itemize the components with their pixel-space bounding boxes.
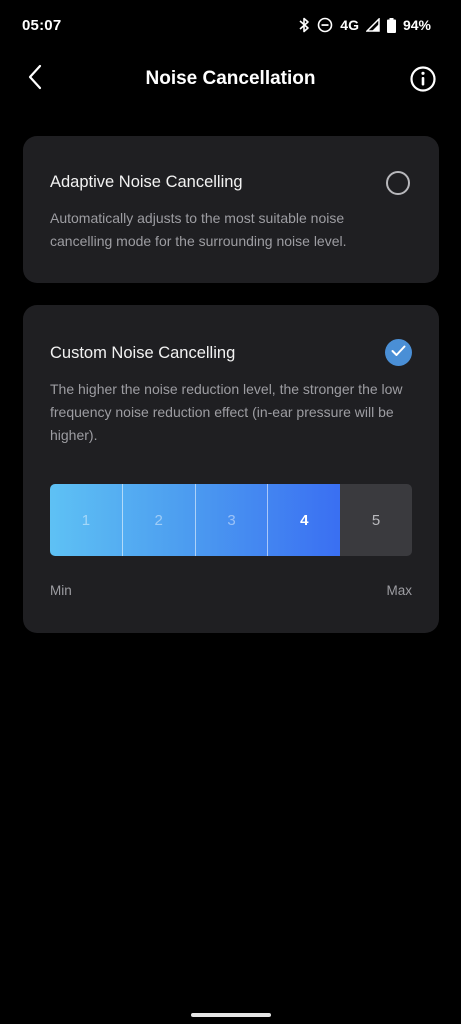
home-indicator[interactable] xyxy=(191,1013,271,1017)
adaptive-nc-title: Adaptive Noise Cancelling xyxy=(50,173,243,191)
status-icons: 4G 94% xyxy=(298,17,431,33)
custom-nc-description: The higher the noise reduction level, th… xyxy=(50,381,403,443)
adaptive-nc-description: Automatically adjusts to the most suitab… xyxy=(50,210,347,249)
level-option-1[interactable]: 1 xyxy=(50,484,122,556)
max-label: Max xyxy=(386,583,412,598)
min-label: Min xyxy=(50,583,72,598)
signal-icon xyxy=(365,18,380,32)
level-option-2[interactable]: 2 xyxy=(121,484,195,556)
battery-icon xyxy=(386,17,396,33)
do-not-disturb-icon xyxy=(317,17,333,33)
status-time: 05:07 xyxy=(22,16,62,34)
chevron-left-icon xyxy=(27,64,43,95)
adaptive-nc-radio[interactable] xyxy=(386,171,410,195)
info-button[interactable] xyxy=(409,65,437,93)
checkmark-icon xyxy=(391,344,406,362)
back-button[interactable] xyxy=(20,64,50,94)
custom-nc-card[interactable]: Custom Noise Cancelling The higher the n… xyxy=(23,305,439,633)
page-title: Noise Cancellation xyxy=(145,68,316,89)
level-option-5[interactable]: 5 xyxy=(340,484,412,556)
header: Noise Cancellation xyxy=(0,56,461,102)
custom-nc-title: Custom Noise Cancelling xyxy=(50,344,236,362)
screen: 05:07 4G 94% Noise Cancellation Adaptive… xyxy=(0,0,461,1024)
battery-percent: 94% xyxy=(402,17,431,33)
status-bar: 05:07 4G 94% xyxy=(0,0,461,50)
network-type: 4G xyxy=(340,17,359,33)
level-option-4[interactable]: 4 xyxy=(267,484,340,556)
level-option-3[interactable]: 3 xyxy=(194,484,268,556)
noise-level-selector[interactable]: 12345 xyxy=(50,484,412,556)
custom-nc-checked[interactable] xyxy=(385,339,412,366)
info-icon xyxy=(409,66,437,97)
adaptive-nc-card[interactable]: Adaptive Noise Cancelling Automatically … xyxy=(23,136,439,283)
bluetooth-icon xyxy=(298,17,310,33)
